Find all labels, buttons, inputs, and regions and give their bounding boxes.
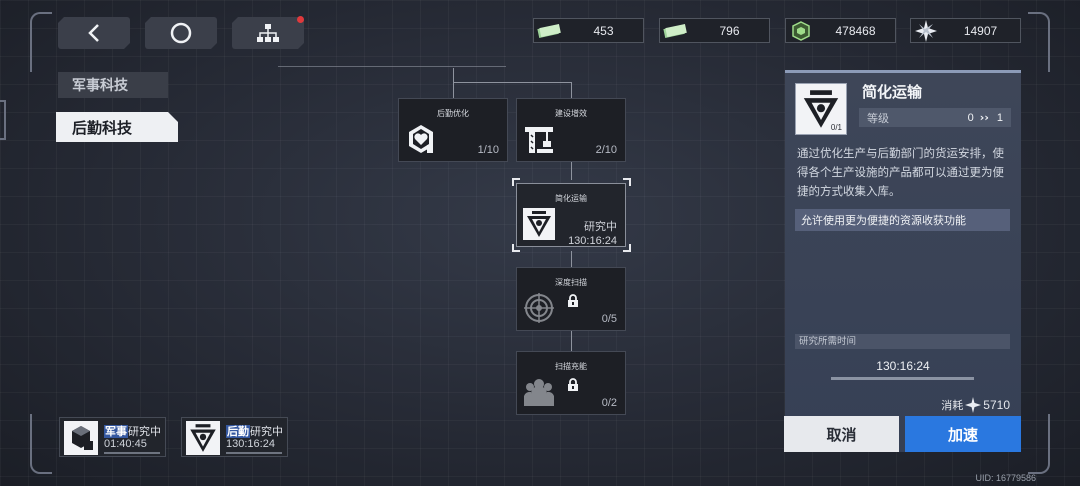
level-label: 等级: [867, 111, 889, 125]
tree-connector: [571, 330, 572, 351]
frame-corner: [30, 12, 52, 72]
hex-heart-icon: [409, 125, 433, 153]
frame-corner: [30, 414, 52, 474]
tree-connector: [453, 68, 454, 82]
tech-node-scan-recharge[interactable]: 扫描充能 0/2: [516, 351, 626, 415]
research-time-bar: [831, 377, 974, 380]
tech-effect: 允许使用更为便捷的资源收获功能: [795, 209, 1010, 231]
double-chevron-right-icon: ››: [979, 111, 989, 124]
scan-radar-icon: [524, 293, 554, 323]
cost-label: 消耗: [941, 399, 964, 412]
tree-connector: [571, 251, 572, 268]
lock-icon: [568, 378, 578, 391]
star-shard-icon: [965, 397, 982, 413]
node-title: 深度扫描: [555, 278, 587, 287]
node-title: 简化运输: [555, 194, 587, 203]
tech-tree-button[interactable]: [232, 17, 304, 49]
frame-corner: [1028, 414, 1050, 474]
tree-connector: [571, 162, 572, 180]
selection-corner: [623, 244, 631, 252]
lock-icon: [568, 294, 578, 307]
notification-dot: [297, 16, 304, 23]
military-cube-icon: [64, 421, 98, 455]
frame-corner: [1028, 12, 1050, 72]
speed-up-button[interactable]: 加速: [905, 416, 1021, 452]
research-time: 130:16:24: [876, 359, 930, 373]
tech-node-construction-boost[interactable]: 建设增效 2/10: [516, 98, 626, 162]
level-from: 0: [967, 111, 974, 124]
tech-level-row: 等级 0 ›› 1: [859, 108, 1011, 127]
research-time-label: 研究所需时间: [795, 334, 1010, 349]
node-progress: 0/2: [601, 397, 617, 409]
slot-progress-bar: [226, 452, 282, 454]
back-button[interactable]: [58, 17, 130, 49]
slot-category: 军事: [104, 425, 128, 438]
research-slot-logistics[interactable]: 后勤研究中 130:16:24: [181, 417, 288, 457]
selection-corner: [623, 178, 631, 186]
hierarchy-icon: [256, 23, 280, 43]
slot-label: 后勤研究中: [226, 423, 283, 439]
cost-value: 5710: [983, 398, 1010, 412]
cash-bundle-icon: [660, 19, 690, 42]
user-id: UID: 16779586: [975, 473, 1036, 483]
node-progress: 1/10: [477, 144, 499, 156]
tree-connector: [453, 82, 572, 83]
node-title: 扫描充能: [555, 362, 587, 371]
node-progress: 2/10: [595, 144, 617, 156]
tree-connector: [453, 82, 454, 98]
slot-label: 军事研究中: [104, 423, 161, 439]
node-timer: 130:16:24: [568, 235, 617, 247]
research-slot-military[interactable]: 军事研究中 01:40:45: [59, 417, 166, 457]
tech-description: 通过优化生产与后勤部门的货运安排，使得各个生产设施的产品都可以通过更为便捷的方式…: [797, 146, 1004, 198]
tech-node-deep-scan[interactable]: 深度扫描 0/5: [516, 267, 626, 331]
resource-crystal-icon: [786, 19, 816, 42]
side-drawer-handle[interactable]: [0, 100, 6, 140]
chevron-left-icon: [86, 23, 102, 43]
selection-corner: [512, 178, 520, 186]
crane-icon: [525, 127, 553, 153]
node-status: 研究中: [584, 220, 617, 233]
tech-title: 简化运输: [862, 83, 923, 101]
tech-count: 0/1: [830, 123, 842, 132]
selection-corner: [512, 244, 520, 252]
cash-bundle-icon: [534, 19, 564, 42]
currency-crystal[interactable]: 478468: [785, 18, 896, 43]
node-title: 建设增效: [555, 109, 587, 118]
slot-category: 后勤: [226, 425, 250, 438]
currency-star-shard[interactable]: 14907: [910, 18, 1021, 43]
tech-node-simplified-transport[interactable]: 简化运输 研究中 130:16:24: [516, 183, 626, 247]
slot-timer: 01:40:45: [104, 438, 147, 450]
transport-emblem-icon: [523, 208, 555, 240]
tree-connector: [278, 66, 506, 67]
currency-cash-2[interactable]: 796: [659, 18, 770, 43]
research-cost: 消耗 5710: [941, 397, 1010, 413]
tree-connector: [571, 82, 572, 98]
category-military-tech[interactable]: 军事科技: [58, 72, 168, 98]
slot-progress-bar: [104, 452, 160, 454]
star-shard-icon: [911, 19, 941, 42]
node-title: 后勤优化: [437, 109, 469, 118]
circle-icon: [169, 21, 193, 45]
tech-detail-panel: 0/1 简化运输 等级 0 ›› 1 通过优化生产与后勤部门的货运安排，使得各个…: [785, 70, 1021, 452]
transport-emblem-icon: [186, 421, 220, 455]
home-button[interactable]: [145, 17, 217, 49]
node-progress: 0/5: [601, 313, 617, 325]
slot-timer: 130:16:24: [226, 438, 275, 450]
level-to: 1: [996, 111, 1003, 124]
tech-node-logistics-optimization[interactable]: 后勤优化 1/10: [398, 98, 508, 162]
cancel-button[interactable]: 取消: [784, 416, 899, 452]
tech-icon: 0/1: [795, 83, 847, 135]
soldier-group-icon: [524, 379, 554, 406]
category-logistics-tech[interactable]: 后勤科技: [56, 112, 178, 142]
currency-cash-1[interactable]: 453: [533, 18, 644, 43]
slot-status: 研究中: [250, 425, 283, 438]
slot-status: 研究中: [128, 425, 161, 438]
